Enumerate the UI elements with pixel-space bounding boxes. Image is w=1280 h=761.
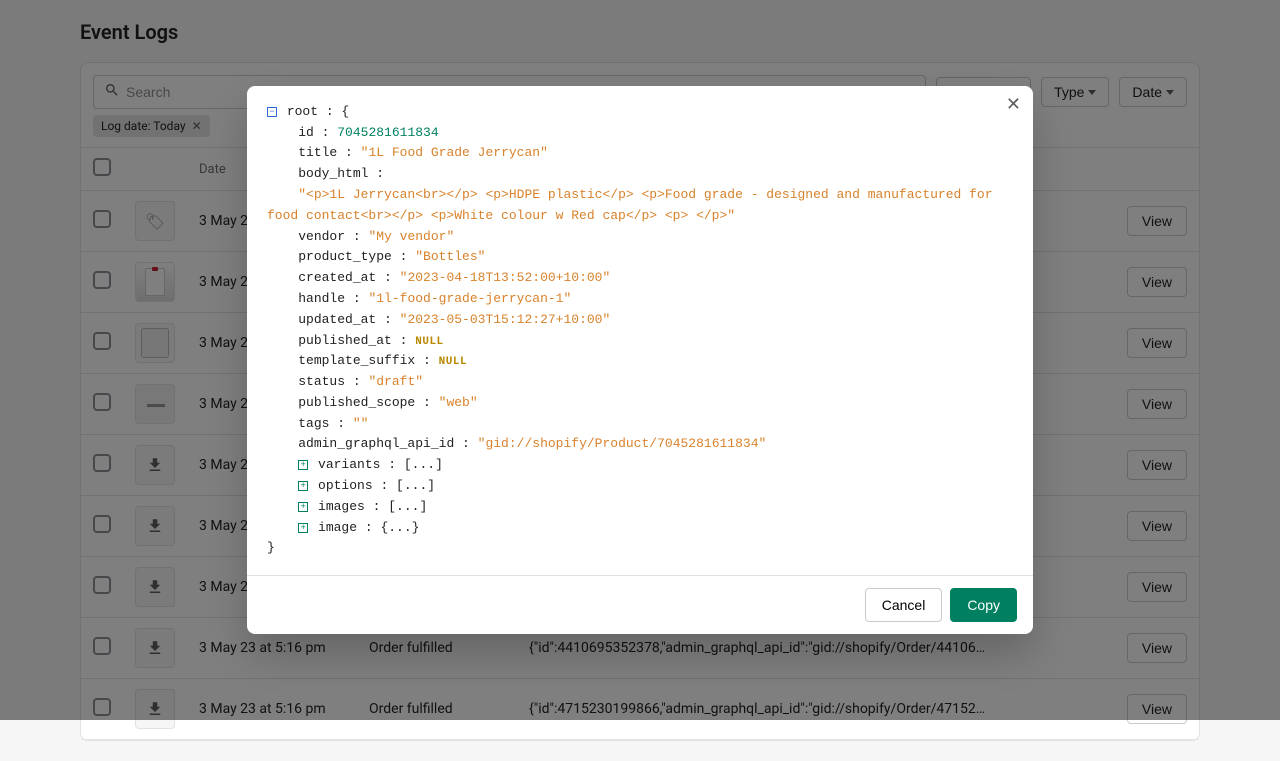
collapse-icon[interactable]: − — [267, 107, 277, 117]
expand-icon[interactable]: + — [298, 523, 308, 533]
expand-icon[interactable]: + — [298, 460, 308, 470]
copy-button[interactable]: Copy — [950, 588, 1017, 622]
cancel-button[interactable]: Cancel — [865, 588, 943, 622]
json-viewer: − root : { id : 7045281611834 title : "1… — [267, 102, 1013, 560]
close-icon[interactable]: ✕ — [1006, 96, 1021, 114]
modal-overlay[interactable]: ✕ − root : { id : 7045281611834 title : … — [0, 0, 1280, 720]
expand-icon[interactable]: + — [298, 481, 308, 491]
expand-icon[interactable]: + — [298, 502, 308, 512]
json-modal: ✕ − root : { id : 7045281611834 title : … — [247, 86, 1033, 635]
